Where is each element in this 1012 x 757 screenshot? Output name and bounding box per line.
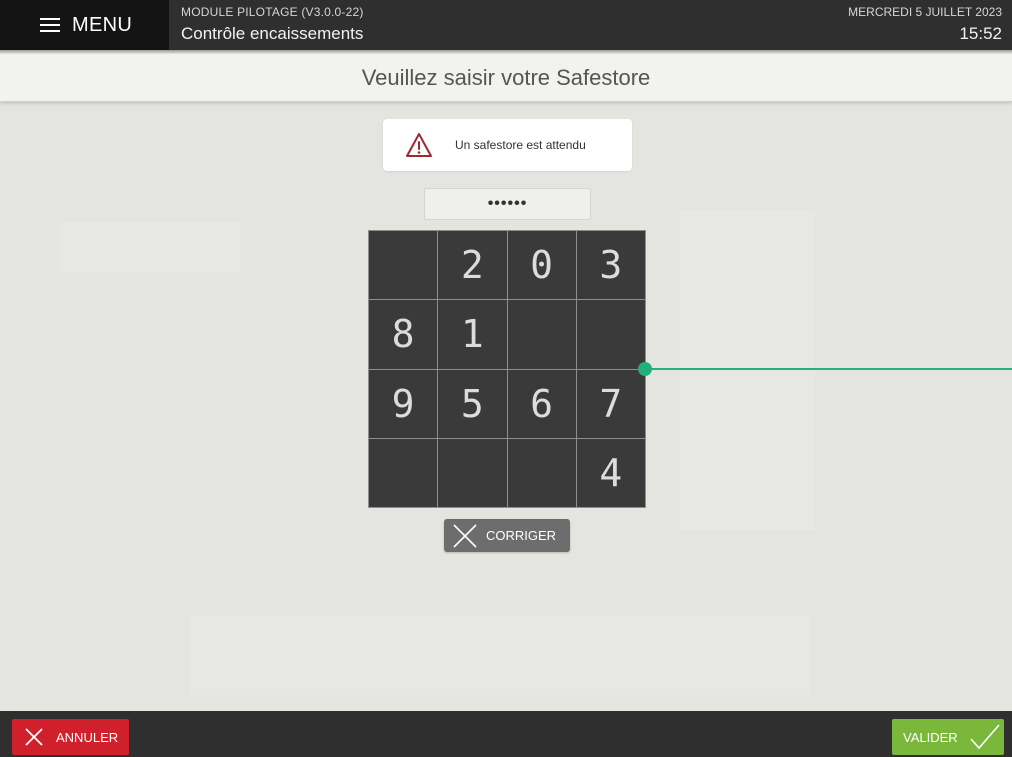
keypad-key[interactable]: 4 xyxy=(575,437,647,509)
alert-box: Un safestore est attendu xyxy=(383,119,632,171)
validate-button[interactable]: VALIDER xyxy=(892,719,1004,755)
menu-button[interactable]: MENU xyxy=(0,0,169,50)
keypad-key[interactable]: 9 xyxy=(367,368,439,439)
current-time: 15:52 xyxy=(959,24,1002,43)
correct-button[interactable]: CORRIGER xyxy=(444,519,570,552)
cancel-button-label: ANNULER xyxy=(56,729,119,745)
keypad-key[interactable]: 0 xyxy=(506,229,577,301)
keypad-key[interactable] xyxy=(437,437,508,509)
keypad-key[interactable]: 1 xyxy=(437,299,508,370)
warning-icon xyxy=(406,133,432,157)
background-panel xyxy=(60,222,240,272)
top-bar: MENU MODULE PILOTAGE (V3.0.0-22) Contrôl… xyxy=(0,0,1012,50)
page-title: Veuillez saisir votre Safestore xyxy=(0,54,1012,102)
safestore-code-input[interactable]: •••••• xyxy=(424,188,591,220)
close-icon xyxy=(25,728,43,746)
background-panel xyxy=(680,210,815,530)
cancel-button[interactable]: ANNULER xyxy=(12,719,129,755)
keypad-key[interactable] xyxy=(575,299,647,370)
correct-button-label: CORRIGER xyxy=(486,528,557,543)
bottom-bar: ANNULER VALIDER xyxy=(0,711,1012,757)
current-date: MERCREDI 5 JUILLET 2023 xyxy=(848,5,1002,19)
hamburger-icon xyxy=(40,18,60,32)
keypad-key[interactable]: 6 xyxy=(506,368,577,439)
menu-label: MENU xyxy=(72,13,133,36)
keypad-key[interactable]: 5 xyxy=(437,368,508,439)
keypad-key[interactable] xyxy=(506,437,577,509)
keypad-key[interactable]: 7 xyxy=(575,368,647,439)
keypad-key[interactable] xyxy=(506,299,577,370)
connector-line xyxy=(645,368,1012,370)
validate-button-label: VALIDER xyxy=(903,729,958,745)
module-subtitle: Contrôle encaissements xyxy=(181,24,364,43)
keypad-key[interactable]: 2 xyxy=(437,229,508,301)
alert-message: Un safestore est attendu xyxy=(455,138,586,152)
background-panel xyxy=(190,615,810,695)
close-icon xyxy=(453,523,477,548)
connector-dot xyxy=(638,362,652,376)
checkmark-icon xyxy=(970,724,1000,750)
keypad-key[interactable]: 3 xyxy=(575,229,647,301)
keypad-key[interactable] xyxy=(367,437,439,509)
keypad-key[interactable] xyxy=(367,229,439,301)
module-title: MODULE PILOTAGE (V3.0.0-22) xyxy=(181,5,364,19)
numeric-keypad: 2 0 3 8 1 9 5 6 7 4 xyxy=(367,229,647,509)
keypad-key[interactable]: 8 xyxy=(367,299,439,370)
